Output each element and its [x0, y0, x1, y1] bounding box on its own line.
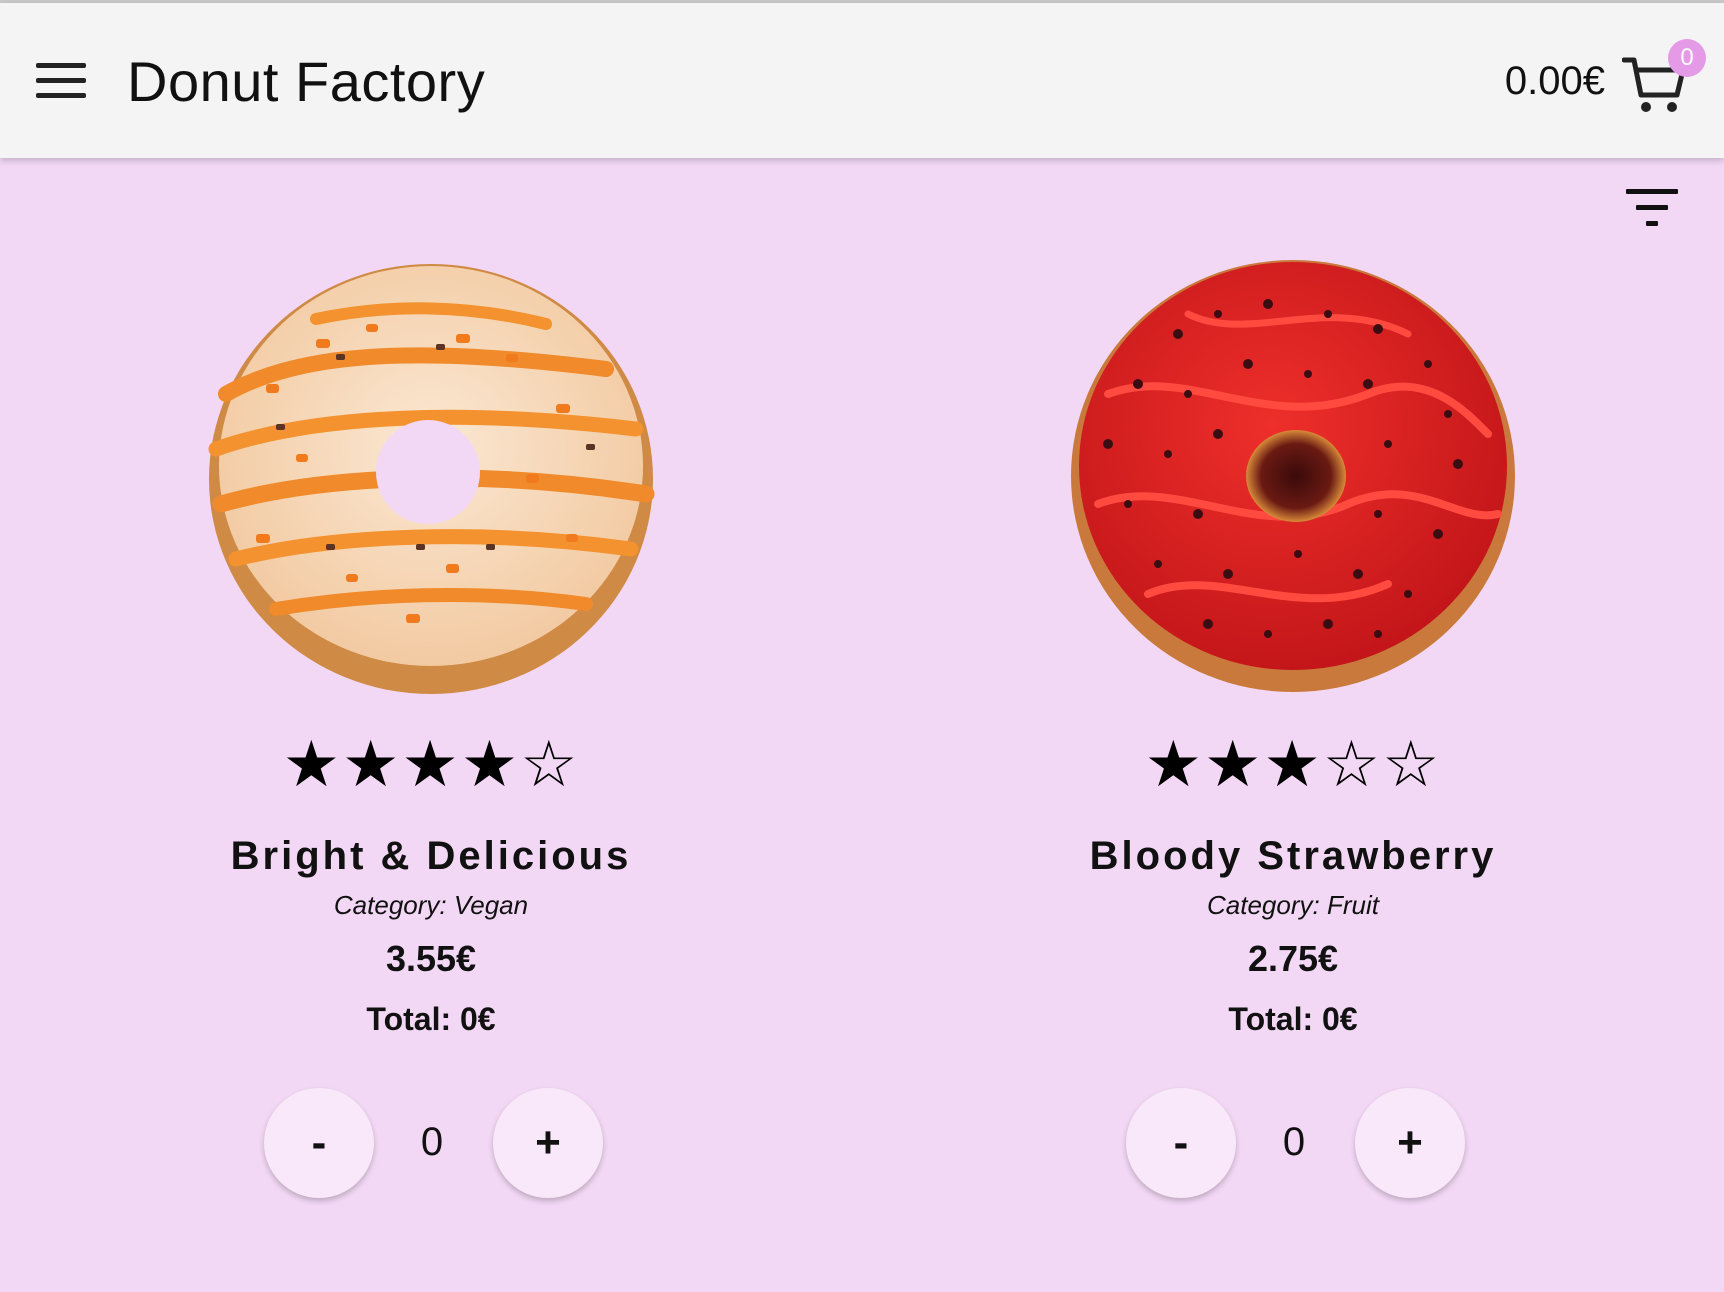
increase-quantity-button[interactable]: +	[1355, 1088, 1465, 1198]
decrease-quantity-button[interactable]: -	[264, 1088, 374, 1198]
product-image-red-donut	[1071, 260, 1515, 692]
product-name: Bloody Strawberry	[1089, 834, 1497, 878]
cart-count-badge: 0	[1668, 39, 1706, 77]
product-image-orange-donut	[208, 264, 655, 694]
product-total: Total: 0€	[366, 1001, 496, 1037]
quantity-value: 0	[1282, 1120, 1306, 1164]
product-card: ★★★★☆ Bright & Delicious Category: Vegan…	[0, 158, 862, 1292]
product-price: 2.75€	[1247, 938, 1339, 979]
product-price: 3.55€	[385, 938, 477, 979]
product-total: Total: 0€	[1228, 1001, 1358, 1037]
star-rating: ★★★☆☆	[1144, 728, 1442, 800]
star-rating: ★★★★☆	[282, 728, 580, 800]
product-category: Category: Fruit	[1207, 890, 1379, 920]
menu-button[interactable]	[30, 55, 90, 107]
increase-quantity-button[interactable]: +	[493, 1088, 603, 1198]
cart-total: 0.00€	[1504, 59, 1605, 103]
product-card: ★★★☆☆ Bloody Strawberry Category: Fruit …	[862, 158, 1724, 1292]
app-bar: Donut Factory 0.00€ 0	[0, 3, 1724, 158]
product-category: Category: Vegan	[333, 890, 529, 920]
product-name: Bright & Delicious	[230, 834, 632, 878]
quantity-value: 0	[420, 1120, 444, 1164]
app-title: Donut Factory	[127, 50, 486, 113]
filter-icon	[1626, 189, 1678, 226]
decrease-quantity-button[interactable]: -	[1126, 1088, 1236, 1198]
filter-button[interactable]	[1620, 180, 1684, 236]
